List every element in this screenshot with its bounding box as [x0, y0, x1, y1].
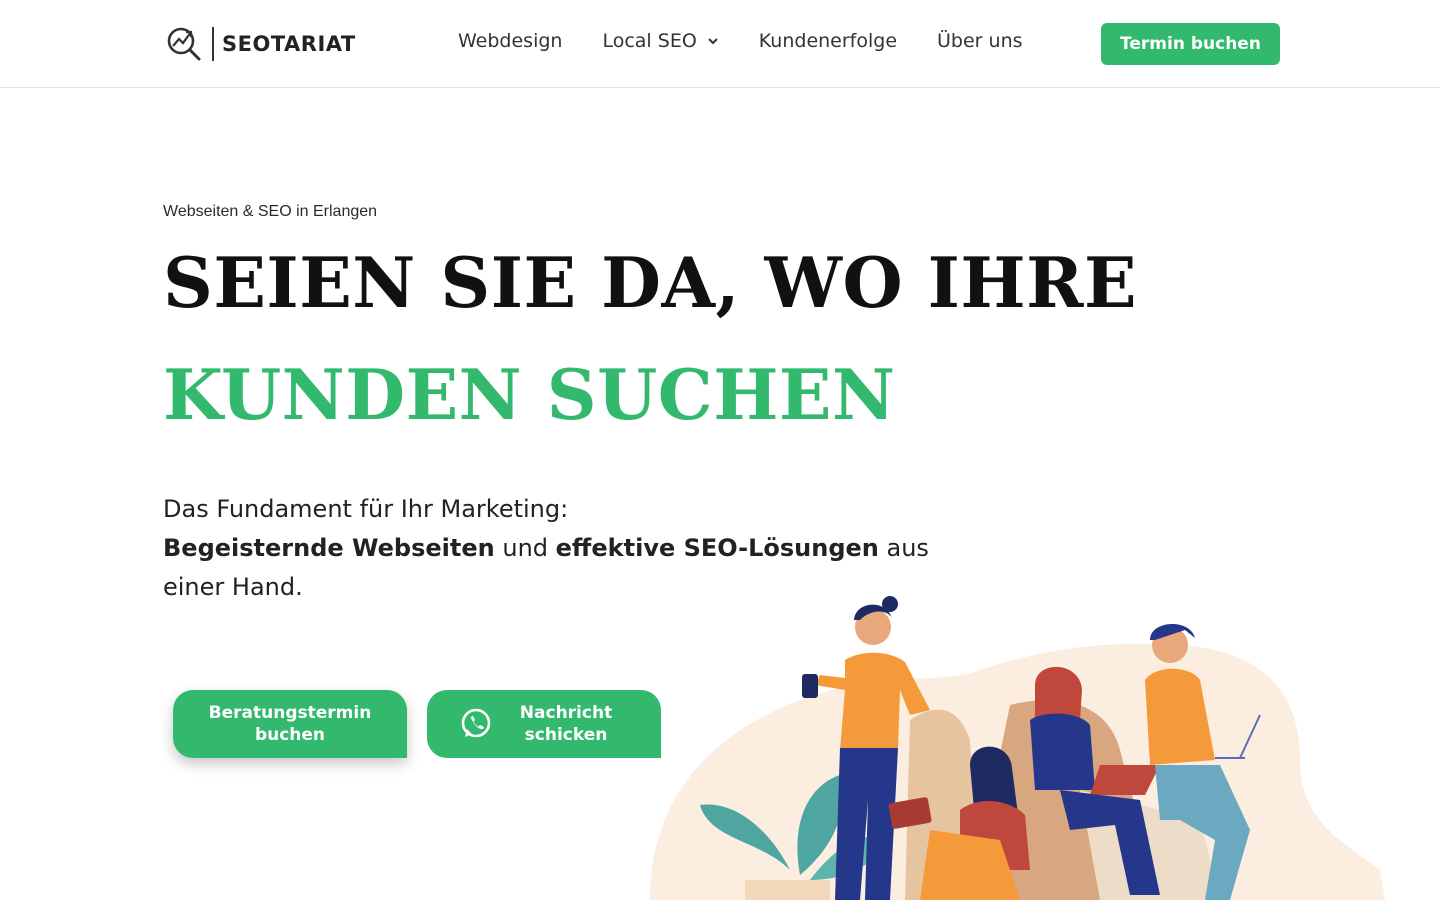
- logo-text: SEOTARIAT: [222, 32, 356, 56]
- hero-headline-line1: SEIEN SIE DA, WO IHRE: [163, 243, 1138, 324]
- hero-illustration: [650, 596, 1385, 900]
- chevron-down-icon: [708, 38, 718, 45]
- logo-magnifier-icon: [167, 27, 201, 61]
- nav-item-label: Kundenerfolge: [758, 30, 898, 52]
- nav-item-label: Über uns: [937, 30, 1023, 52]
- nav-item-label: Webdesign: [458, 30, 563, 52]
- nav-item-kundenerfolge[interactable]: Kundenerfolge: [759, 30, 897, 52]
- send-message-button-label: Nachricht schicken: [519, 703, 613, 745]
- lead-bold-seo: effektive SEO-Lösungen: [555, 534, 879, 562]
- nav-item-label: Local SEO: [602, 30, 697, 52]
- site-header: SEOTARIAT Webdesign Local SEO Kundenerfo…: [0, 0, 1440, 88]
- hero-eyebrow: Webseiten & SEO in Erlangen: [163, 203, 378, 220]
- nav-item-ueber-uns[interactable]: Über uns: [937, 30, 1023, 52]
- logo[interactable]: SEOTARIAT: [164, 24, 356, 64]
- main-nav: Webdesign Local SEO Kundenerfolge Über u…: [458, 30, 1063, 52]
- lead-mid: und: [494, 534, 556, 562]
- nav-item-webdesign[interactable]: Webdesign: [458, 30, 562, 52]
- book-appointment-button[interactable]: Termin buchen: [1101, 23, 1280, 65]
- consultation-button-label: Beratungstermin buchen: [208, 703, 372, 745]
- lead-bold-webseiten: Begeisternde Webseiten: [163, 534, 495, 562]
- send-message-button[interactable]: Nachricht schicken: [427, 690, 661, 758]
- lead-line1: Das Fundament für Ihr Marketing:: [163, 495, 569, 523]
- consultation-button[interactable]: Beratungstermin buchen: [173, 690, 407, 758]
- hero-headline-line2: KUNDEN SUCHEN: [163, 355, 896, 436]
- nav-item-local-seo[interactable]: Local SEO: [602, 30, 718, 52]
- whatsapp-icon: [461, 708, 491, 738]
- logo-divider: [212, 27, 214, 61]
